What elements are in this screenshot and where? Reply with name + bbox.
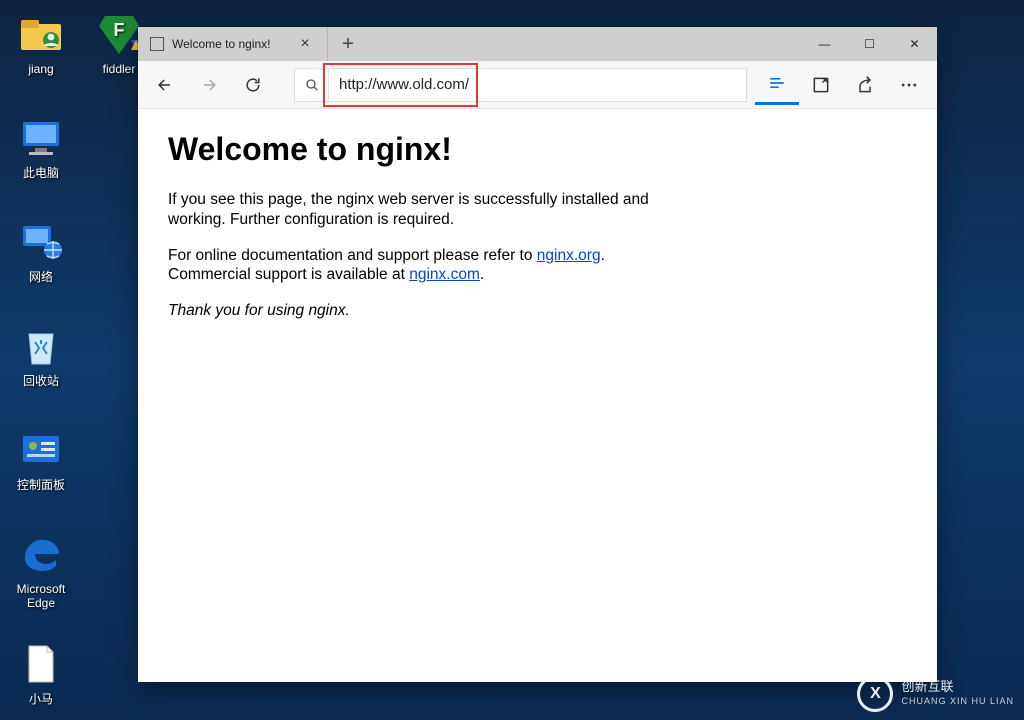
reading-view-button[interactable] (755, 65, 799, 105)
new-tab-button[interactable]: + (328, 27, 368, 61)
watermark-logo-icon: X (857, 676, 893, 712)
window-maximize-button[interactable]: ☐ (847, 27, 892, 61)
file-icon (17, 640, 65, 688)
desktop-icon-network[interactable]: 网络 (2, 218, 80, 284)
desktop-icon-label: Microsoft Edge (2, 582, 80, 610)
page-paragraph-2: For online documentation and support ple… (168, 246, 708, 286)
desktop-icon-edge[interactable]: Microsoft Edge (2, 530, 80, 610)
network-icon (17, 218, 65, 266)
back-button[interactable] (144, 65, 186, 105)
address-bar (294, 68, 747, 102)
edge-icon (17, 530, 65, 578)
desktop: jiang F fiddler 此电脑 网络 回收站 控制面板 M (0, 0, 138, 720)
desktop-icon-label: jiang (2, 62, 80, 76)
toolbar-right (755, 65, 931, 105)
folder-user-icon (17, 10, 65, 58)
link-nginx-org[interactable]: nginx.org (537, 247, 601, 264)
browser-window: Welcome to nginx! × + — ☐ ✕ (138, 27, 937, 682)
page-icon (150, 37, 164, 51)
address-input[interactable] (329, 69, 746, 101)
link-nginx-com[interactable]: nginx.com (409, 266, 480, 283)
share-button[interactable] (843, 65, 887, 105)
window-close-button[interactable]: ✕ (892, 27, 937, 61)
desktop-icon-user[interactable]: jiang (2, 10, 80, 76)
forward-button[interactable] (188, 65, 230, 105)
page-paragraph-1: If you see this page, the nginx web serv… (168, 190, 708, 230)
watermark-brand: 创新互联 (901, 680, 1014, 694)
search-icon[interactable] (295, 69, 329, 101)
watermark: X 创新互联 CHUANG XIN HU LIAN (857, 676, 1014, 712)
browser-tab[interactable]: Welcome to nginx! × (138, 27, 328, 61)
desktop-icon-label: 控制面板 (2, 478, 80, 492)
titlebar-drag-area[interactable] (368, 27, 802, 61)
refresh-button[interactable] (232, 65, 274, 105)
svg-text:F: F (114, 20, 125, 40)
fiddler-icon: F (95, 10, 143, 58)
tab-title: Welcome to nginx! (172, 37, 285, 51)
toolbar (138, 61, 937, 109)
desktop-icon-label: 此电脑 (2, 166, 80, 180)
desktop-icon-control-panel[interactable]: 控制面板 (2, 426, 80, 492)
recycle-bin-icon (17, 322, 65, 370)
control-panel-icon (17, 426, 65, 474)
desktop-icon-file[interactable]: 小马 (2, 640, 80, 706)
page-content: Welcome to nginx! If you see this page, … (138, 109, 937, 682)
more-button[interactable] (887, 65, 931, 105)
desktop-icon-label: 小马 (2, 692, 80, 706)
titlebar: Welcome to nginx! × + — ☐ ✕ (138, 27, 937, 61)
notes-button[interactable] (799, 65, 843, 105)
window-minimize-button[interactable]: — (802, 27, 847, 61)
tab-close-button[interactable]: × (293, 35, 317, 53)
desktop-icon-label: 回收站 (2, 374, 80, 388)
page-thanks: Thank you for using nginx. (168, 301, 708, 321)
desktop-icon-label: 网络 (2, 270, 80, 284)
desktop-icon-recycle-bin[interactable]: 回收站 (2, 322, 80, 388)
this-pc-icon (17, 114, 65, 162)
watermark-sub: CHUANG XIN HU LIAN (901, 694, 1014, 708)
desktop-icon-this-pc[interactable]: 此电脑 (2, 114, 80, 180)
page-heading: Welcome to nginx! (168, 131, 907, 168)
